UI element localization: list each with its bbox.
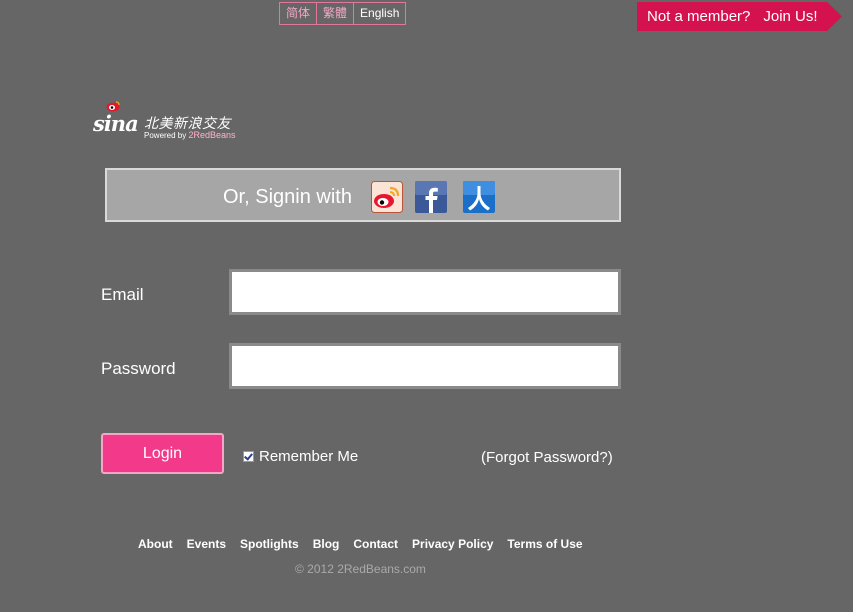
footer-link-spotlights[interactable]: Spotlights (233, 537, 306, 551)
email-label: Email (101, 285, 144, 304)
weibo-icon[interactable] (371, 181, 403, 213)
footer-link-events[interactable]: Events (180, 537, 233, 551)
join-question: Not a member? (647, 8, 751, 25)
remember-me-label[interactable]: Remember Me (259, 448, 358, 465)
password-label: Password (101, 359, 176, 378)
social-signin-bar: Or, Signin with (105, 168, 621, 222)
remember-me[interactable]: Remember Me (243, 448, 358, 465)
footer-link-blog[interactable]: Blog (306, 537, 347, 551)
footer-link-terms-of-use[interactable]: Terms of Use (500, 537, 589, 551)
join-banner[interactable]: Not a member? Join Us! (637, 2, 842, 31)
social-signin-text: Or, Signin with (223, 186, 352, 208)
logo-sina-text: sina (93, 111, 139, 136)
footer-links: About Events Spotlights Blog Contact Pri… (131, 537, 590, 551)
language-switcher: 简体 繁體 English (279, 2, 407, 25)
footer-link-privacy-policy[interactable]: Privacy Policy (405, 537, 500, 551)
powered-prefix: Powered by (144, 131, 187, 140)
password-input[interactable] (229, 343, 621, 389)
site-logo[interactable]: sina 北美新浪交友 Powered by 2RedBeans (93, 101, 243, 141)
facebook-icon[interactable] (415, 181, 447, 213)
login-button[interactable]: Login (101, 433, 224, 474)
email-input[interactable] (229, 269, 621, 315)
footer-link-contact[interactable]: Contact (346, 537, 405, 551)
lang-traditional-chinese[interactable]: 繁體 (317, 3, 355, 24)
lang-simplified-chinese[interactable]: 简体 (280, 3, 318, 24)
renren-icon[interactable] (463, 181, 495, 213)
remember-me-checkbox[interactable] (243, 451, 254, 462)
logo-powered-by: Powered by 2RedBeans (144, 130, 236, 140)
forgot-password-link[interactable]: (Forgot Password?) (481, 449, 613, 466)
lang-english[interactable]: English (354, 3, 405, 24)
footer-link-about[interactable]: About (131, 537, 180, 551)
copyright: © 2012 2RedBeans.com (295, 562, 426, 576)
powered-brand: 2RedBeans (188, 130, 236, 140)
join-us-link[interactable]: Join Us! (763, 8, 817, 25)
